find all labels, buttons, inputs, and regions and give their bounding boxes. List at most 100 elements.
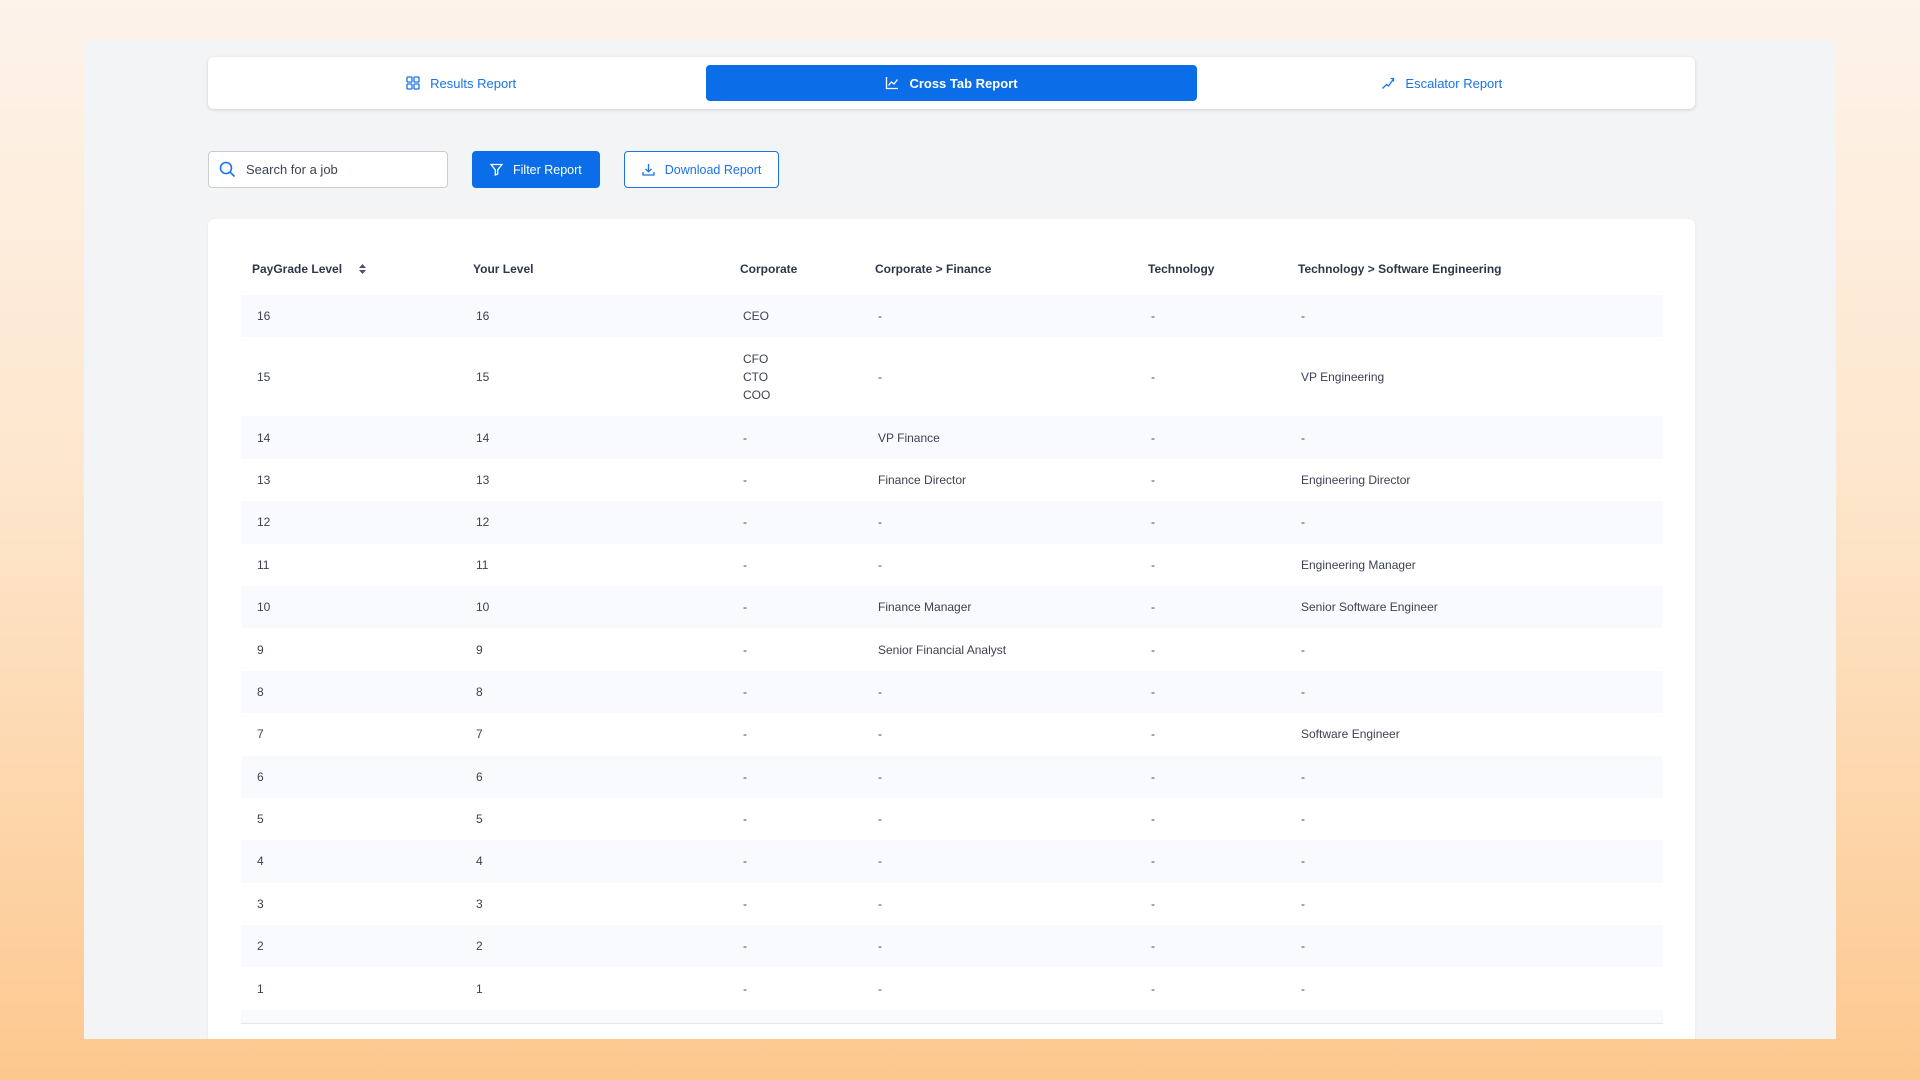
cell-corporate-finance: - <box>878 515 882 530</box>
cell-corporate: - <box>743 769 747 784</box>
cell-corporate: - <box>743 515 747 530</box>
grid-icon <box>406 76 420 90</box>
download-report-button[interactable]: Download Report <box>623 151 780 188</box>
cell-your-level: 7 <box>476 727 483 742</box>
cell-corporate: - <box>743 939 747 954</box>
cell-technology-software-engineering: - <box>1301 684 1305 699</box>
cell-paygrade-level: 16 <box>257 309 271 324</box>
cell-your-level: 9 <box>476 642 483 657</box>
cell-technology: - <box>1151 557 1155 572</box>
filter-icon <box>490 163 503 176</box>
table-row: 11 11 - - - Engineering Manager <box>241 544 1663 586</box>
cell-corporate-finance: - <box>878 727 882 742</box>
header-technology: Technology <box>1148 262 1215 276</box>
cell-technology-software-engineering: - <box>1301 896 1305 911</box>
app-frame: Results Report Cross Tab Report Escalato… <box>84 40 1836 1039</box>
cell-technology: - <box>1151 309 1155 324</box>
header-your-level: Your Level <box>473 262 534 276</box>
cell-corporate-finance: Senior Financial Analyst <box>878 642 1007 657</box>
cell-corporate: - <box>743 472 747 487</box>
table-row: 14 14 - VP Finance - - <box>241 416 1663 459</box>
header-paygrade-level[interactable]: PayGrade Level <box>241 262 464 276</box>
sort-icon[interactable] <box>358 263 367 275</box>
cell-your-level: 12 <box>476 515 490 530</box>
table-body: 16 16 CEO - - -15 15 CFO CTO COO - - VP Engineering 1… <box>241 295 1663 1010</box>
header-technology-software-engineering: Technology > Software Engineering <box>1298 262 1502 276</box>
cell-line: CTO <box>743 369 769 384</box>
filter-report-label: Filter Report <box>513 162 582 177</box>
cell-corporate: - <box>743 642 747 657</box>
cell-technology: - <box>1151 684 1155 699</box>
cell-your-level: 14 <box>476 430 490 445</box>
cell-corporate-finance: - <box>878 812 882 827</box>
cell-paygrade-level: 11 <box>257 557 270 572</box>
cell-corporate-finance: Finance Manager <box>878 600 972 615</box>
filter-report-button[interactable]: Filter Report <box>472 151 600 188</box>
table-row: 15 15 CFO CTO COO - - VP Engineering <box>241 337 1663 416</box>
cell-corporate: - <box>743 981 747 996</box>
tab-results-report[interactable]: Results Report <box>216 65 706 101</box>
table-row: 12 12 - - - - <box>241 501 1663 544</box>
cell-corporate: - <box>743 600 747 615</box>
cell-corporate: - <box>743 854 747 869</box>
cell-technology: - <box>1151 896 1155 911</box>
cell-corporate-finance: - <box>878 369 882 384</box>
table-row: 7 7 - - - Software Engineer <box>241 713 1663 755</box>
cell-line: COO <box>743 387 771 402</box>
search-input[interactable] <box>246 162 426 177</box>
cell-your-level: 15 <box>476 369 490 384</box>
cell-technology-software-engineering: VP Engineering <box>1301 369 1385 384</box>
cell-your-level: 6 <box>476 769 483 784</box>
header-label: PayGrade Level <box>252 262 343 276</box>
cell-corporate-finance: - <box>878 557 882 572</box>
cell-your-level: 16 <box>476 309 490 324</box>
cell-your-level: 2 <box>476 939 483 954</box>
cell-your-level: 5 <box>476 812 483 827</box>
cell-corporate-finance: - <box>878 684 882 699</box>
cell-corporate-finance: - <box>878 309 882 324</box>
cell-corporate: - <box>743 430 747 445</box>
cell-technology-software-engineering: - <box>1301 854 1305 869</box>
table-footer-divider <box>241 1009 1663 1024</box>
cell-paygrade-level: 14 <box>257 430 271 445</box>
tab-label: Cross Tab Report <box>909 75 1018 91</box>
cell-corporate-finance: - <box>878 854 882 869</box>
cell-technology-software-engineering: - <box>1301 812 1305 827</box>
cell-corporate-finance: - <box>878 939 882 954</box>
cell-technology: - <box>1151 642 1155 657</box>
tab-escalator-report[interactable]: Escalator Report <box>1197 65 1687 101</box>
cell-technology-software-engineering: - <box>1301 981 1305 996</box>
cell-technology-software-engineering: Senior Software Engineer <box>1301 600 1438 615</box>
cell-your-level: 13 <box>476 472 490 487</box>
cell-corporate-finance: VP Finance <box>878 430 940 445</box>
table-row: 9 9 - Senior Financial Analyst - - <box>241 628 1663 670</box>
cell-your-level: 11 <box>476 557 489 572</box>
chart-icon <box>886 77 899 90</box>
trend-icon <box>1382 77 1395 89</box>
cell-technology: - <box>1151 981 1155 996</box>
cell-corporate: - <box>743 557 747 572</box>
header-corporate: Corporate <box>740 262 798 276</box>
search-box[interactable] <box>208 151 448 188</box>
table-header: PayGrade Level Your Level Corporate Corp… <box>241 243 1663 295</box>
cell-your-level: 3 <box>476 896 483 911</box>
cell-corporate-finance: - <box>878 769 882 784</box>
cell-corporate: - <box>743 812 747 827</box>
cell-paygrade-level: 8 <box>257 684 264 699</box>
cell-technology-software-engineering: - <box>1301 939 1305 954</box>
cell-line: CFO <box>743 351 769 366</box>
cell-corporate: - <box>743 684 747 699</box>
cell-technology: - <box>1151 600 1155 615</box>
table-row: 2 2 - - - - <box>241 925 1663 968</box>
cell-paygrade-level: 4 <box>257 854 264 869</box>
cell-corporate: CEO <box>743 309 770 324</box>
cell-corporate: - <box>743 727 747 742</box>
cell-technology: - <box>1151 430 1155 445</box>
table-row: 3 3 - - - - <box>241 883 1663 925</box>
cell-technology-software-engineering: Engineering Manager <box>1301 557 1416 572</box>
cell-paygrade-level: 6 <box>257 769 264 784</box>
tab-cross-tab-report[interactable]: Cross Tab Report <box>706 65 1197 101</box>
tab-label: Results Report <box>430 75 517 91</box>
cell-technology: - <box>1151 369 1155 384</box>
cell-your-level: 10 <box>476 600 490 615</box>
